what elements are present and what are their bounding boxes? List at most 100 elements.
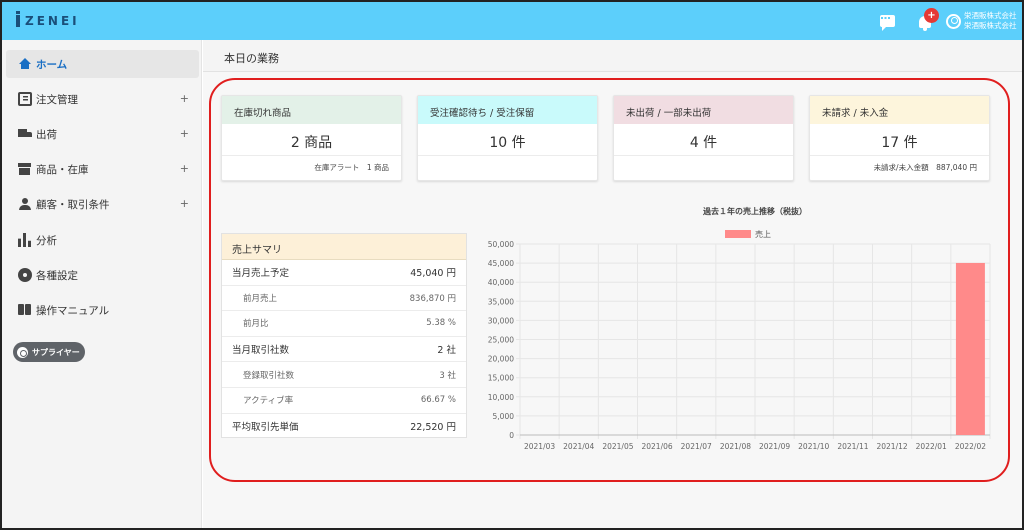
account-icon[interactable] xyxy=(944,12,962,30)
chat-icon[interactable] xyxy=(878,12,896,31)
kpi-value: 4 件 xyxy=(614,124,793,156)
sidebar-item-label: 各種設定 xyxy=(36,269,78,282)
kpi-title: 在庫切れ商品 xyxy=(222,96,401,124)
summary-row: 前月比 5.38 % xyxy=(222,311,466,337)
summary-row: 登録取引社数 3 社 xyxy=(222,362,466,388)
chart-title: 過去１年の売上推移（税抜） xyxy=(702,206,807,216)
y-tick-label: 45,000 xyxy=(488,259,514,268)
x-tick-label: 2021/03 xyxy=(524,442,555,451)
summary-label: 登録取引社数 xyxy=(243,370,295,381)
logo-text: ZENEI xyxy=(25,14,80,28)
sidebar-item-customers[interactable]: 顧客・取引条件 + xyxy=(6,190,199,218)
sales-trend-chart: 過去１年の売上推移（税抜） 売上 0 5,000 10,000 15,000 20,000 2… xyxy=(475,200,995,460)
kpi-footer xyxy=(418,156,597,180)
page-title: 本日の業務 xyxy=(203,40,1022,72)
sales-summary-title: 売上サマリ xyxy=(222,234,466,260)
home-icon xyxy=(18,57,32,71)
expand-icon[interactable]: + xyxy=(180,127,189,140)
sidebar-item-shipping[interactable]: 出荷 + xyxy=(6,120,199,148)
y-tick-label: 20,000 xyxy=(488,355,514,364)
x-tick-label: 2021/10 xyxy=(798,442,829,451)
order-icon xyxy=(18,92,32,106)
summary-value: 45,040 円 xyxy=(410,268,456,280)
x-tick-label: 2021/11 xyxy=(837,442,868,451)
summary-value: 66.67 % xyxy=(420,395,456,406)
y-tick-label: 0 xyxy=(509,431,514,440)
sidebar-item-analytics[interactable]: 分析 xyxy=(6,226,199,254)
kpi-title: 受注確認待ち / 受注保留 xyxy=(418,96,597,124)
company-name[interactable]: 栄酒販株式会社 栄酒販株式会社 xyxy=(964,11,1017,31)
zenei-logo[interactable]: ZENEI xyxy=(16,11,80,28)
bar-chart-icon xyxy=(18,233,31,247)
kpi-card-pending-orders[interactable]: 受注確認待ち / 受注保留 10 件 xyxy=(417,95,598,181)
kpi-footer xyxy=(614,156,793,180)
sidebar-item-label: 顧客・取引条件 xyxy=(36,198,110,211)
sidebar-item-products[interactable]: 商品・在庫 + xyxy=(6,155,199,183)
company-name-line2: 栄酒販株式会社 xyxy=(964,21,1017,30)
kpi-footer: 未請求/未入金額 887,040 円 xyxy=(873,163,977,172)
notification-badge[interactable]: + xyxy=(924,8,939,23)
y-tick-label: 25,000 xyxy=(488,336,514,345)
y-tick-label: 10,000 xyxy=(488,393,514,402)
summary-label: アクティブ率 xyxy=(243,396,294,407)
summary-row: アクティブ率 66.67 % xyxy=(222,388,466,414)
x-tick-label: 2022/02 xyxy=(955,442,986,451)
x-tick-label: 2021/06 xyxy=(641,442,672,451)
expand-icon[interactable]: + xyxy=(180,197,189,210)
sidebar-item-home[interactable]: ホーム xyxy=(6,50,199,78)
sidebar-item-label: 操作マニュアル xyxy=(36,304,110,317)
x-tick-label: 2021/04 xyxy=(563,442,594,451)
y-tick-label: 30,000 xyxy=(488,316,514,325)
y-tick-label: 35,000 xyxy=(488,297,514,306)
summary-value: 3 社 xyxy=(439,370,456,381)
main-content: 本日の業務 在庫切れ商品 2 商品 在庫アラート 1 商品 受注確認待ち / 受… xyxy=(203,40,1022,528)
sidebar-item-settings[interactable]: 各種設定 xyxy=(6,261,199,289)
kpi-title: 未出荷 / 一部未出荷 xyxy=(614,96,793,124)
y-tick-label: 15,000 xyxy=(488,374,514,383)
y-tick-label: 50,000 xyxy=(488,240,514,249)
sidebar-item-orders[interactable]: 注文管理 + xyxy=(6,85,199,113)
summary-value: 22,520 円 xyxy=(410,422,456,434)
sidebar-item-manual[interactable]: 操作マニュアル xyxy=(6,296,199,324)
kpi-value: 17 件 xyxy=(810,124,989,156)
x-tick-label: 2021/09 xyxy=(759,442,790,451)
sidebar: ホーム 注文管理 + 出荷 + 商品・在庫 + 顧客・取引条件 + 分析 各種設… xyxy=(2,40,202,528)
truck-icon xyxy=(18,127,32,141)
x-tick-label: 2022/01 xyxy=(916,442,947,451)
person-icon xyxy=(18,197,32,211)
summary-value: 2 社 xyxy=(437,345,456,357)
sidebar-item-label: 出荷 xyxy=(36,128,57,141)
sales-summary-card: 売上サマリ 当月売上予定 45,040 円 前月売上 836,870 円 前月比… xyxy=(221,233,467,438)
logo-mark-icon xyxy=(16,11,20,27)
kpi-value: 2 商品 xyxy=(222,124,401,156)
kpi-card-unbilled[interactable]: 未請求 / 未入金 17 件 未請求/未入金額 887,040 円 xyxy=(809,95,990,181)
kpi-value: 10 件 xyxy=(418,124,597,156)
kpi-footer: 在庫アラート 1 商品 xyxy=(314,163,389,172)
sidebar-item-label: 商品・在庫 xyxy=(36,163,89,176)
legend-label: 売上 xyxy=(755,229,771,239)
supplier-switch-button[interactable]: サプライヤー xyxy=(13,342,85,362)
legend-swatch xyxy=(725,230,751,238)
expand-icon[interactable]: + xyxy=(180,92,189,105)
expand-icon[interactable]: + xyxy=(180,162,189,175)
book-icon xyxy=(18,303,32,317)
inventory-box-icon xyxy=(18,162,32,176)
sidebar-item-label: 分析 xyxy=(36,234,57,247)
summary-label: 平均取引先単価 xyxy=(232,422,299,434)
summary-value: 5.38 % xyxy=(426,318,456,329)
kpi-card-out-of-stock[interactable]: 在庫切れ商品 2 商品 在庫アラート 1 商品 xyxy=(221,95,402,181)
supplier-button-label: サプライヤー xyxy=(32,347,80,357)
company-name-line1: 栄酒販株式会社 xyxy=(964,11,1017,20)
x-tick-label: 2021/05 xyxy=(602,442,633,451)
summary-row: 平均取引先単価 22,520 円 xyxy=(222,414,466,440)
x-tick-label: 2021/07 xyxy=(681,442,712,451)
x-tick-label: 2021/12 xyxy=(876,442,907,451)
x-tick-label: 2021/08 xyxy=(720,442,751,451)
summary-row: 当月売上予定 45,040 円 xyxy=(222,260,466,286)
kpi-title: 未請求 / 未入金 xyxy=(810,96,989,124)
top-bar: ZENEI + 栄酒販株式会社 栄酒販株式会社 xyxy=(2,2,1022,40)
kpi-card-unshipped[interactable]: 未出荷 / 一部未出荷 4 件 xyxy=(613,95,794,181)
gear-icon xyxy=(18,268,32,282)
summary-label: 前月比 xyxy=(243,319,269,330)
y-tick-label: 40,000 xyxy=(488,278,514,287)
